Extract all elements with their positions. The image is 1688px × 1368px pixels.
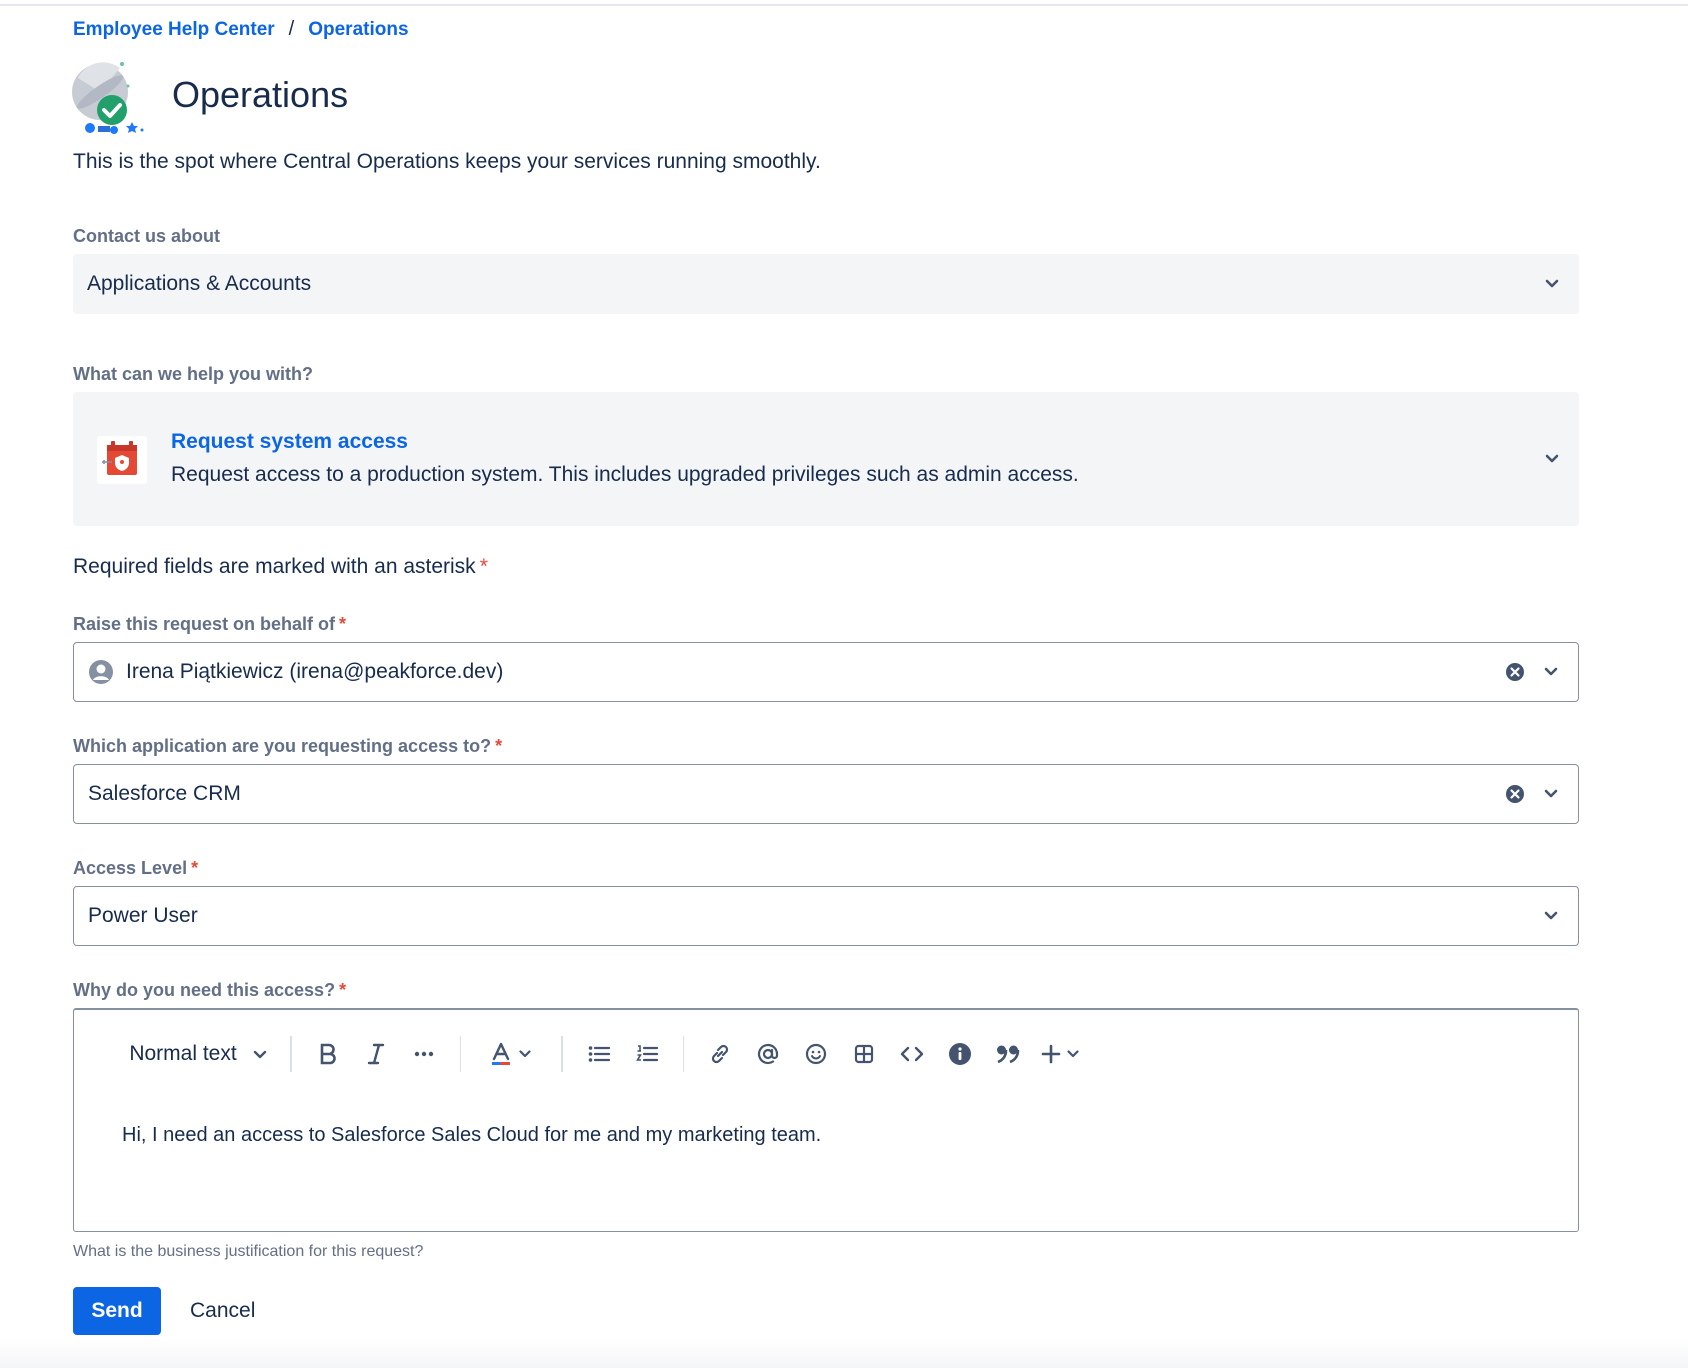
toolbar-divider	[459, 1036, 461, 1072]
application-label-text: Which application are you requesting acc…	[73, 736, 492, 756]
access-level-select[interactable]: Power User	[73, 886, 1579, 946]
breadcrumb-current-link[interactable]: Operations	[308, 19, 408, 41]
required-note-text: Required fields are marked with an aster…	[73, 555, 476, 578]
chevron-down-icon[interactable]	[1538, 781, 1564, 807]
text-style-dropdown[interactable]: Normal text	[118, 1034, 278, 1074]
user-avatar-icon	[88, 659, 114, 685]
reason-label: Why do you need this access? *	[73, 980, 346, 1001]
reason-editor-content[interactable]: Hi, I need an access to Salesforce Sales…	[122, 1124, 821, 1147]
toolbar-divider	[290, 1036, 292, 1072]
text-color-icon[interactable]	[473, 1034, 549, 1074]
send-button[interactable]: Send	[73, 1287, 161, 1335]
required-asterisk: *	[495, 736, 503, 756]
required-asterisk: *	[339, 980, 347, 1000]
required-fields-note: Required fields are marked with an aster…	[73, 555, 488, 579]
clear-icon[interactable]	[1502, 781, 1528, 807]
bottom-fade	[0, 1338, 1688, 1368]
operations-logo-icon	[70, 58, 150, 136]
required-asterisk: *	[191, 858, 199, 878]
behalf-label-text: Raise this request on behalf of	[73, 614, 336, 634]
chevron-down-icon[interactable]	[1538, 903, 1564, 929]
behalf-value: Irena Piątkiewicz (irena@peakforce.dev)	[126, 660, 504, 683]
editor-toolbar: Normal text	[118, 1030, 1088, 1078]
italic-icon[interactable]	[352, 1034, 400, 1074]
request-type-select[interactable]: Request system access Request access to …	[73, 392, 1579, 526]
cancel-button[interactable]: Cancel	[176, 1287, 269, 1335]
reason-label-text: Why do you need this access?	[73, 980, 336, 1000]
chevron-down-icon	[519, 1045, 531, 1063]
clear-icon[interactable]	[1502, 659, 1528, 685]
bold-icon[interactable]	[304, 1034, 352, 1074]
request-type-title: Request system access	[171, 430, 408, 453]
required-asterisk: *	[339, 614, 347, 634]
contact-select[interactable]: Applications & Accounts	[73, 254, 1579, 314]
chevron-down-icon[interactable]	[1538, 659, 1564, 685]
chevron-down-icon	[253, 1042, 267, 1066]
reason-helper-text: What is the business justification for t…	[73, 1243, 424, 1260]
application-select[interactable]: Salesforce CRM	[73, 764, 1579, 824]
table-icon[interactable]	[840, 1034, 888, 1074]
more-icon[interactable]	[400, 1034, 448, 1074]
chevron-down-icon[interactable]	[1539, 271, 1565, 297]
application-value: Salesforce CRM	[88, 782, 241, 805]
access-level-value: Power User	[88, 904, 198, 927]
access-level-label-text: Access Level	[73, 858, 188, 878]
emoji-icon[interactable]	[792, 1034, 840, 1074]
top-divider	[0, 4, 1688, 6]
code-icon[interactable]	[888, 1034, 936, 1074]
behalf-select[interactable]: Irena Piątkiewicz (irena@peakforce.dev)	[73, 642, 1579, 702]
mention-icon[interactable]	[744, 1034, 792, 1074]
contact-label: Contact us about	[73, 226, 220, 246]
info-panel-icon[interactable]	[936, 1034, 984, 1074]
text-style-label: Normal text	[129, 1042, 237, 1065]
application-label: Which application are you requesting acc…	[73, 736, 502, 757]
link-icon[interactable]	[696, 1034, 744, 1074]
page-description: This is the spot where Central Operation…	[73, 150, 821, 173]
chevron-down-icon[interactable]	[1539, 446, 1565, 472]
access-level-label: Access Level *	[73, 858, 198, 879]
toolbar-divider	[561, 1036, 563, 1072]
chevron-down-icon	[1067, 1045, 1079, 1063]
help-label: What can we help you with?	[73, 364, 314, 384]
behalf-label: Raise this request on behalf of *	[73, 614, 346, 635]
required-asterisk: *	[479, 555, 488, 578]
contact-value: Applications & Accounts	[87, 272, 312, 295]
bullet-list-icon[interactable]	[575, 1034, 623, 1074]
breadcrumb: Employee Help Center / Operations	[73, 18, 409, 41]
breadcrumb-separator: /	[288, 18, 295, 40]
request-access-icon	[97, 436, 147, 484]
numbered-list-icon[interactable]	[623, 1034, 671, 1074]
insert-plus-icon[interactable]	[1032, 1034, 1088, 1074]
page-title: Operations	[172, 74, 349, 115]
toolbar-divider	[682, 1036, 684, 1072]
quote-icon[interactable]	[984, 1034, 1032, 1074]
reason-editor[interactable]: Normal text Hi, I need an access to Sale…	[73, 1008, 1579, 1232]
request-type-description: Request access to a production system. T…	[171, 463, 1079, 486]
breadcrumb-home-link[interactable]: Employee Help Center	[73, 19, 275, 41]
